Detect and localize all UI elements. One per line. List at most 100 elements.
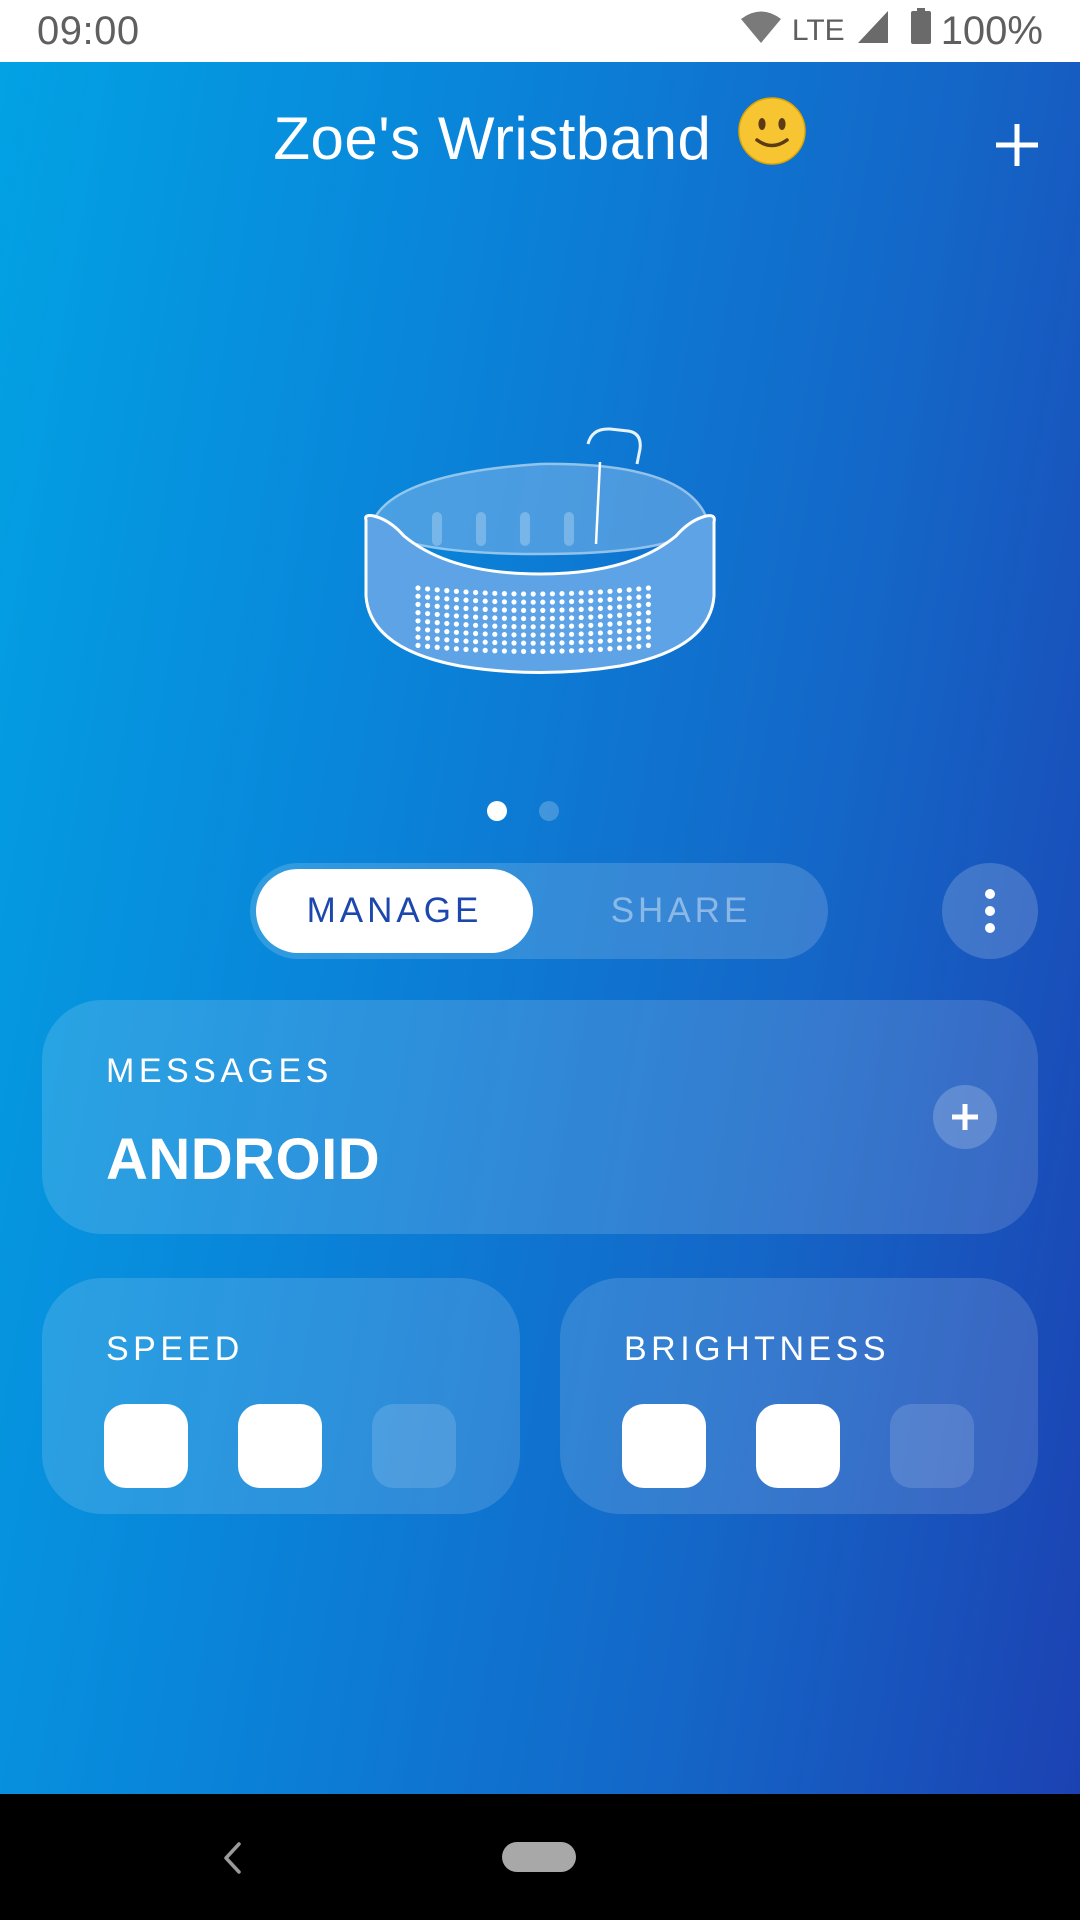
led-dot <box>636 594 642 600</box>
led-dot <box>617 637 623 643</box>
led-dot <box>607 588 613 594</box>
led-dot <box>617 612 623 618</box>
plus-icon <box>952 1104 978 1130</box>
led-dot <box>636 610 642 617</box>
led-dot <box>425 619 431 625</box>
led-dot <box>434 595 440 601</box>
led-dot <box>453 605 459 611</box>
led-dot <box>540 615 546 622</box>
led-dot <box>521 648 527 654</box>
led-dot <box>521 591 527 597</box>
led-dot <box>473 622 479 628</box>
led-dot <box>482 647 488 653</box>
led-dot <box>569 590 575 596</box>
led-dot <box>482 614 488 621</box>
smiley-emoji-icon <box>737 96 807 180</box>
led-dot <box>597 646 603 652</box>
led-dot <box>626 644 632 650</box>
led-dot <box>425 627 431 633</box>
led-dot <box>425 602 431 608</box>
led-dot <box>521 615 527 622</box>
led-dot <box>463 638 469 644</box>
add-message-button[interactable] <box>933 1085 997 1149</box>
led-dot <box>626 603 632 609</box>
brightness-level-2[interactable] <box>756 1404 840 1488</box>
led-dot <box>425 594 431 600</box>
speed-level-1[interactable] <box>104 1404 188 1488</box>
led-dot <box>549 615 555 622</box>
tab-manage[interactable]: MANAGE <box>256 869 533 953</box>
led-dot <box>530 616 536 622</box>
led-dot <box>569 631 575 637</box>
led-dot <box>463 597 469 603</box>
led-dot <box>597 630 603 636</box>
page-title: Zoe's Wristband <box>0 97 1080 180</box>
led-dot <box>492 590 498 596</box>
led-dot <box>645 593 651 599</box>
led-dot <box>415 585 421 591</box>
led-dot <box>415 593 421 599</box>
page-dot[interactable] <box>539 801 559 821</box>
led-dot <box>569 639 575 646</box>
led-dot <box>540 607 546 613</box>
led-dot <box>463 605 469 611</box>
led-dot <box>588 589 594 596</box>
led-dot <box>607 637 613 644</box>
led-dot <box>492 615 498 621</box>
led-dot <box>425 643 431 649</box>
led-dot <box>501 648 507 654</box>
led-dot <box>473 614 479 620</box>
led-dot <box>578 639 584 645</box>
led-dot <box>559 615 565 621</box>
led-dot <box>463 613 469 620</box>
wristband-illustration[interactable] <box>360 404 720 694</box>
led-dot <box>569 623 575 629</box>
brightness-level-3[interactable] <box>890 1404 974 1488</box>
led-dot <box>434 587 440 593</box>
wristband-icon <box>364 427 716 674</box>
led-dot <box>530 632 536 638</box>
led-dot <box>645 626 651 632</box>
led-dot <box>636 643 642 649</box>
led-dot <box>511 632 517 638</box>
back-button[interactable] <box>212 1828 252 1888</box>
led-dot <box>597 605 603 611</box>
page-dot-active[interactable] <box>487 801 507 821</box>
led-dot <box>588 622 594 628</box>
speed-level-2[interactable] <box>238 1404 322 1488</box>
back-chevron-icon <box>224 1842 241 1874</box>
led-dot <box>482 598 488 604</box>
led-dot <box>540 624 546 630</box>
led-dot <box>482 606 488 612</box>
led-dot <box>434 636 440 642</box>
led-dot <box>626 611 632 618</box>
led-dot <box>434 628 440 634</box>
brightness-level-1[interactable] <box>622 1404 706 1488</box>
led-dot <box>453 646 459 652</box>
more-options-button[interactable] <box>942 863 1038 959</box>
led-dot <box>434 620 440 626</box>
led-dot <box>453 621 459 627</box>
led-dot <box>578 647 584 653</box>
led-dot <box>482 623 488 629</box>
led-dot <box>434 611 440 618</box>
speed-level-3[interactable] <box>372 1404 456 1488</box>
messages-card[interactable]: MESSAGES ANDROID <box>42 1000 1038 1234</box>
battery-percent: 100% <box>940 8 1043 53</box>
brightness-label: BRIGHTNESS <box>624 1330 891 1368</box>
led-dot <box>501 615 507 621</box>
led-dot <box>607 621 613 627</box>
led-dot <box>549 599 555 605</box>
led-dot <box>549 632 555 638</box>
add-device-button[interactable] <box>982 110 1052 180</box>
led-dot <box>645 634 651 640</box>
home-button[interactable] <box>502 1842 576 1872</box>
led-dot <box>473 647 479 653</box>
led-dot <box>645 610 651 616</box>
led-dot <box>492 639 498 646</box>
led-dot <box>501 640 507 646</box>
tab-share[interactable]: SHARE <box>540 869 822 953</box>
led-dot <box>588 614 594 620</box>
led-dot <box>501 591 507 597</box>
led-dot <box>511 624 517 630</box>
